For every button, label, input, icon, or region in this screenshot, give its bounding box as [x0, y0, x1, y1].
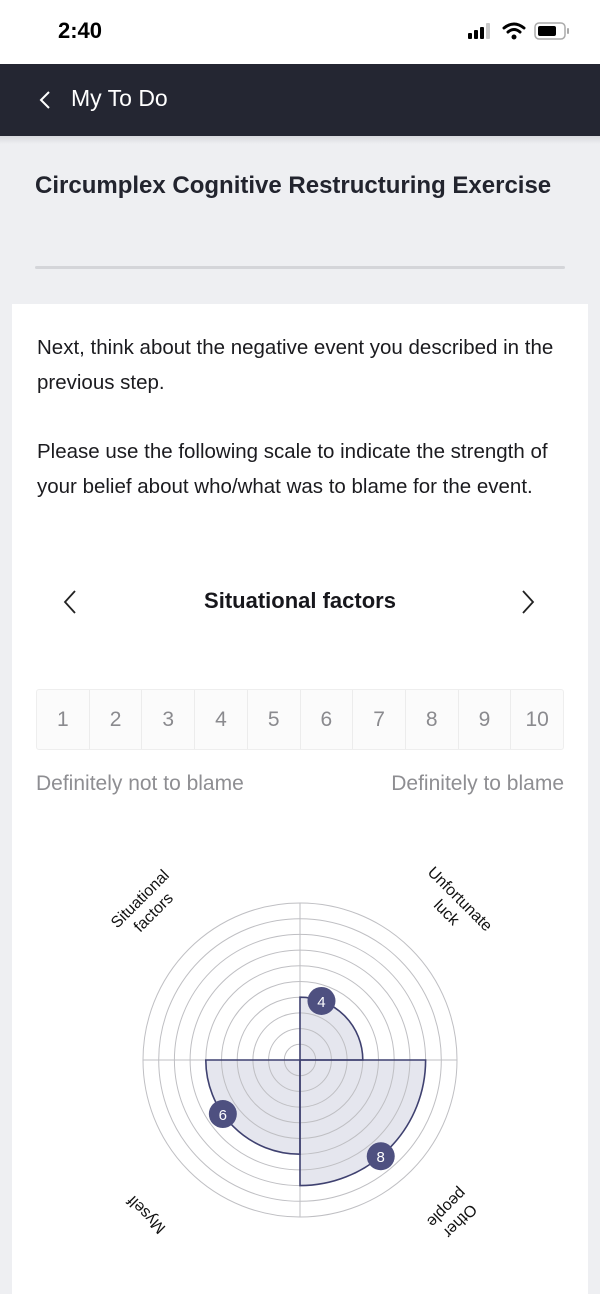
intro-text: Next, think about the negative event you… — [37, 330, 567, 504]
scale-labels: Definitely not to blame Definitely to bl… — [36, 772, 564, 796]
scale-option-4[interactable]: 4 — [194, 690, 247, 749]
intro-paragraph: Please use the following scale to indica… — [37, 440, 548, 498]
current-category: Situational factors — [204, 588, 396, 613]
sector-label: Myself — [124, 1191, 169, 1236]
scale-option-8[interactable]: 8 — [404, 690, 458, 749]
circumplex-chart: 4 8 6 Situationalfactors Unfortunateluck Oth… — [108, 864, 496, 1244]
marker-value: 4 — [317, 994, 325, 1011]
chevron-left-icon — [39, 91, 50, 109]
scale-option-2[interactable]: 2 — [88, 690, 142, 749]
intro-paragraph: Next, think about the negative event you… — [37, 336, 554, 394]
chevron-right-icon — [522, 590, 535, 614]
scale-option-9[interactable]: 9 — [457, 690, 511, 749]
sector-label: Unfortunateluck — [411, 864, 496, 949]
wifi-icon — [502, 22, 526, 40]
rating-scale: 1 2 3 4 5 6 7 8 9 10 — [36, 689, 564, 750]
scale-option-1[interactable]: 1 — [37, 690, 89, 749]
status-bar: 2:40 — [0, 0, 600, 64]
page-title: Circumplex Cognitive Restructuring Exerc… — [35, 172, 552, 199]
nav-title: My To Do — [71, 85, 168, 111]
nav-bar: My To Do — [0, 64, 600, 136]
sector-label-line: Myself — [124, 1191, 169, 1236]
marker-value: 6 — [219, 1107, 227, 1124]
signal-icon — [468, 23, 490, 39]
category-nav: Situational factors — [12, 580, 588, 624]
value-marker[interactable]: 4 — [307, 986, 336, 1015]
scale-max-label: Definitely to blame — [391, 772, 564, 795]
sector-fill — [300, 1060, 426, 1186]
exercise-card: Next, think about the negative event you… — [12, 304, 588, 1294]
scale-option-10[interactable]: 10 — [510, 690, 563, 749]
sector-label: Situationalfactors — [108, 867, 186, 945]
next-category-button[interactable] — [512, 586, 544, 618]
title-divider — [35, 266, 565, 269]
back-button[interactable] — [30, 84, 60, 116]
scale-option-5[interactable]: 5 — [246, 690, 300, 749]
scale-option-6[interactable]: 6 — [299, 690, 353, 749]
status-time: 2:40 — [58, 18, 103, 43]
scale-option-3[interactable]: 3 — [141, 690, 194, 749]
sector-label-line: Unfortunate — [424, 864, 495, 935]
scale-option-7[interactable]: 7 — [352, 690, 405, 749]
nav-shadow — [0, 136, 600, 144]
status-icons — [468, 22, 570, 40]
scale-min-label: Definitely not to blame — [36, 772, 244, 795]
value-marker[interactable]: 8 — [366, 1142, 395, 1171]
battery-icon — [534, 22, 569, 40]
sector-label: Otherpeople — [423, 1184, 483, 1244]
value-marker[interactable]: 6 — [208, 1100, 237, 1129]
marker-value: 8 — [377, 1149, 385, 1166]
